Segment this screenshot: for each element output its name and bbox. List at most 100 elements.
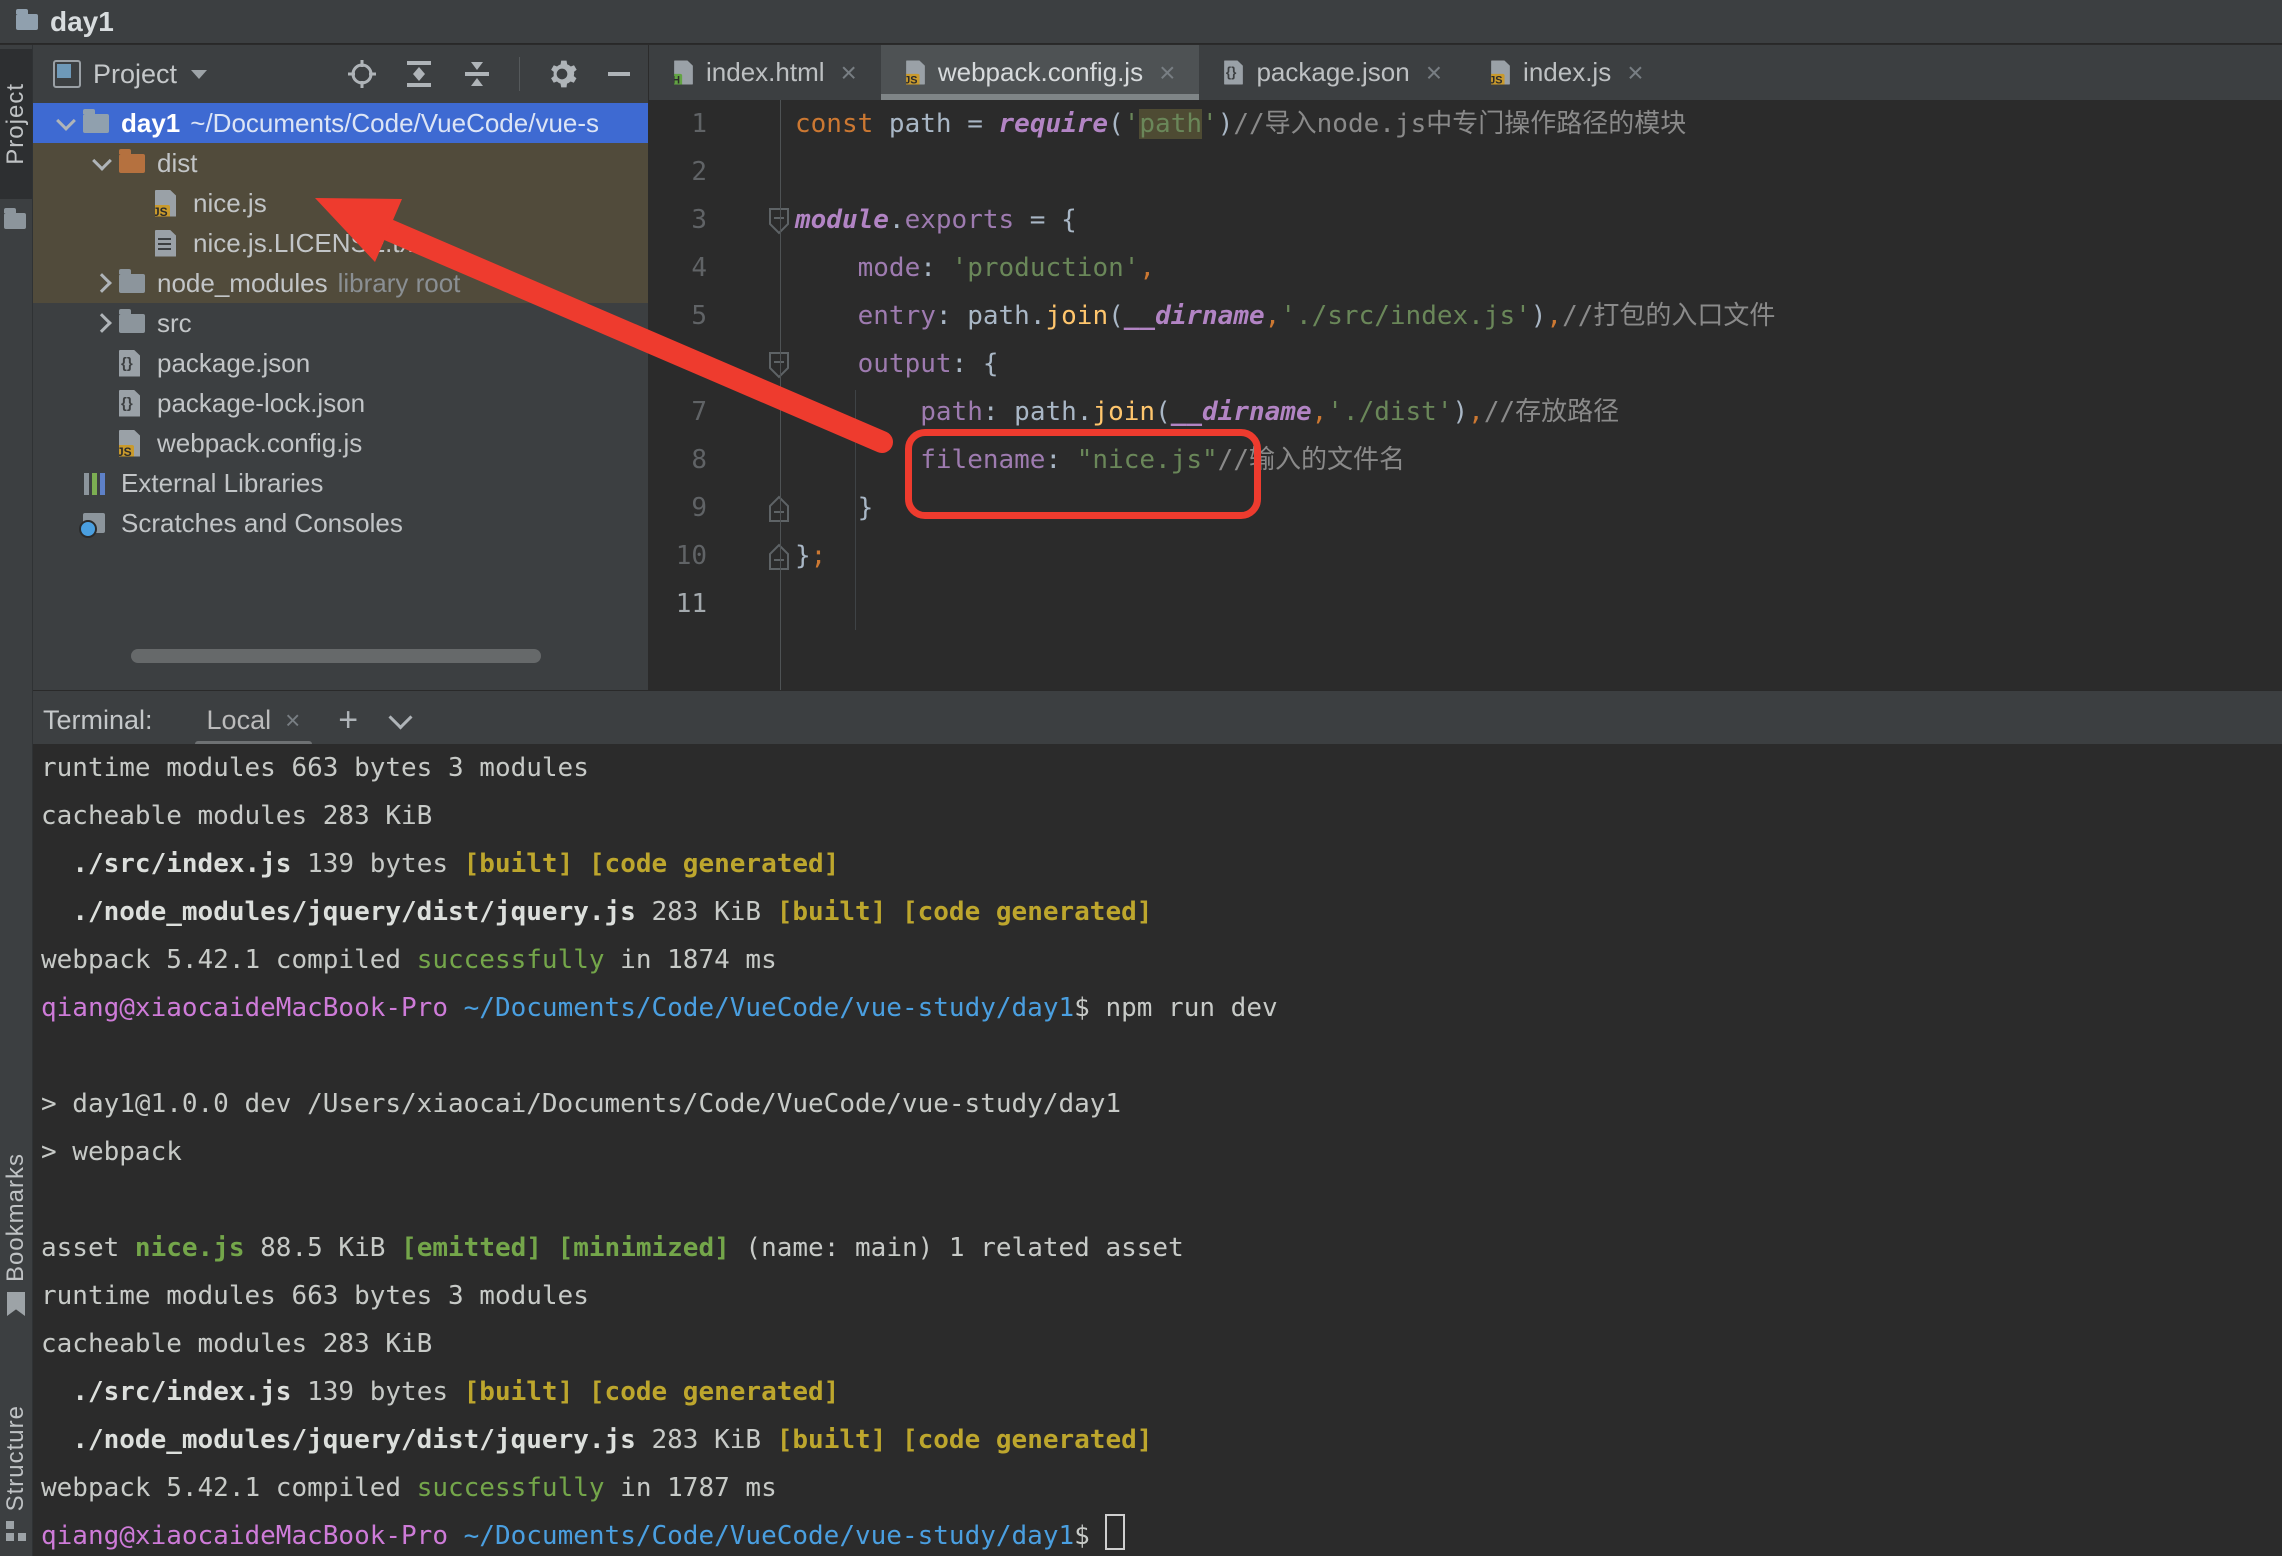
fold-end-icon[interactable]: [707, 484, 795, 532]
structure-icon: [6, 1521, 26, 1541]
expander-right-icon[interactable]: [85, 276, 119, 290]
scratches-icon: [83, 513, 105, 533]
tree-item-label: package-lock.json: [157, 388, 365, 419]
tree-item-external-libraries[interactable]: External Libraries: [33, 463, 648, 503]
project-panel-title[interactable]: Project: [93, 59, 177, 90]
tree-item-label: dist: [157, 148, 197, 179]
settings-gear-icon[interactable]: [546, 58, 578, 90]
project-tool-window-icon: [53, 60, 81, 88]
code-line-6[interactable]: 6 output: {: [649, 340, 2282, 388]
collapse-all-icon[interactable]: [461, 58, 493, 90]
code-line-3[interactable]: 3module.exports = {: [649, 196, 2282, 244]
terminal-line: webpack 5.42.1 compiled successfully in …: [41, 936, 2282, 984]
fold-column: [707, 100, 795, 148]
terminal-tab-local[interactable]: Local ×: [195, 691, 313, 749]
tree-item-src[interactable]: src: [33, 303, 648, 343]
chevron-down-icon[interactable]: [389, 705, 413, 729]
project-panel: Project: [33, 45, 648, 690]
terminal-line: webpack 5.42.1 compiled successfully in …: [41, 1464, 2282, 1512]
tree-item-scratches-and-consoles[interactable]: Scratches and Consoles: [33, 503, 648, 543]
bookmark-icon: [7, 1292, 25, 1316]
fold-end-icon[interactable]: [707, 532, 795, 580]
tree-item-label: node_modules: [157, 268, 328, 299]
close-icon[interactable]: ×: [1159, 57, 1175, 89]
js-icon: JS: [1491, 60, 1510, 84]
plus-icon[interactable]: +: [338, 701, 358, 740]
tab-index-html[interactable]: Hindex.html×: [649, 45, 881, 100]
tree-item-label: nice.js: [193, 188, 267, 219]
close-icon[interactable]: ×: [1627, 57, 1643, 89]
code-line-5[interactable]: 5 entry: path.join(__dirname,'./src/inde…: [649, 292, 2282, 340]
tree-item-package-json[interactable]: {}package.json: [33, 343, 648, 383]
line-number: 10: [649, 541, 707, 571]
code-line-10[interactable]: 10};: [649, 532, 2282, 580]
line-number: 3: [649, 205, 707, 235]
json-icon: {}: [119, 390, 140, 417]
toolbar-divider: [519, 57, 520, 91]
project-stripe-label: Project: [2, 83, 30, 165]
tree-item-package-lock-json[interactable]: {} package-lock.json: [33, 383, 648, 423]
fold-start-icon[interactable]: [707, 196, 795, 244]
folder-icon: [119, 274, 145, 293]
tool-stripe-structure[interactable]: Structure: [0, 1405, 32, 1556]
line-number: 1: [649, 109, 707, 139]
terminal-line: runtime modules 663 bytes 3 modules: [41, 744, 2282, 792]
tool-stripe-bookmarks[interactable]: Bookmarks: [0, 1153, 32, 1383]
hide-icon[interactable]: [604, 59, 634, 89]
tree-item-label: Scratches and Consoles: [121, 508, 403, 539]
terminal-line: [41, 1176, 2282, 1224]
expander-right-icon[interactable]: [85, 316, 119, 330]
tab-webpack-config-js[interactable]: JS webpack.config.js ×: [881, 45, 1200, 100]
code-line-11[interactable]: 11: [649, 580, 2282, 628]
fold-column: [707, 292, 795, 340]
code-text: mode: 'production',: [795, 244, 1155, 292]
terminal-header: Terminal: Local × +: [33, 690, 2282, 749]
locate-icon[interactable]: [347, 59, 377, 89]
tree-item-day1[interactable]: day1~/Documents/Code/VueCode/vue-s: [33, 103, 648, 143]
terminal-tab-label: Local: [207, 705, 272, 736]
code-line-1[interactable]: 1const path = require('path')//导入node.js…: [649, 100, 2282, 148]
tool-stripe-project[interactable]: Project: [0, 49, 32, 199]
folder-orange-icon: [119, 154, 145, 173]
code-line-8[interactable]: 8 filename: "nice.js"//输入的文件名: [649, 436, 2282, 484]
tab-package-json[interactable]: {}package.json×: [1199, 45, 1466, 100]
terminal-line: cacheable modules 283 KiB: [41, 1320, 2282, 1368]
horizontal-scrollbar[interactable]: [131, 649, 541, 663]
ext-lib-icon: [83, 471, 107, 495]
tree-item-webpack-config-js[interactable]: JSwebpack.config.js: [33, 423, 648, 463]
tab-label: webpack.config.js: [938, 57, 1143, 88]
indent-guide: [855, 390, 856, 630]
fold-start-icon[interactable]: [707, 340, 795, 388]
fold-column: [707, 244, 795, 292]
tree-item-node-modules[interactable]: node_moduleslibrary root: [33, 263, 648, 303]
terminal-line: > webpack: [41, 1128, 2282, 1176]
js-min-icon: 1010JS: [155, 190, 176, 217]
expander-down-icon[interactable]: [85, 158, 119, 168]
expander-down-icon[interactable]: [49, 118, 83, 128]
chevron-down-icon[interactable]: [191, 70, 207, 79]
close-icon[interactable]: ×: [1426, 57, 1442, 89]
tab-index-js[interactable]: JSindex.js×: [1466, 45, 1668, 100]
js-icon: JS: [906, 60, 925, 84]
code-line-9[interactable]: 9 }: [649, 484, 2282, 532]
line-number: 9: [649, 493, 707, 523]
expand-all-icon[interactable]: [403, 58, 435, 90]
code-editor[interactable]: 1const path = require('path')//导入node.js…: [649, 100, 2282, 690]
fold-column: [707, 580, 795, 628]
terminal-line: runtime modules 663 bytes 3 modules: [41, 1272, 2282, 1320]
tree-item-nice-js-license-txt[interactable]: nice.js.LICENSE.txt: [33, 223, 648, 263]
window-title: day1: [50, 6, 114, 38]
close-icon[interactable]: ×: [841, 57, 857, 89]
fold-column: [707, 436, 795, 484]
terminal-output[interactable]: runtime modules 663 bytes 3 modulescache…: [33, 744, 2282, 1556]
close-icon[interactable]: ×: [285, 705, 300, 736]
code-line-4[interactable]: 4 mode: 'production',: [649, 244, 2282, 292]
terminal-line: ./node_modules/jquery/dist/jquery.js 283…: [41, 888, 2282, 936]
tree-item-nice-js[interactable]: 1010JS nice.js: [33, 183, 648, 223]
project-tree: day1~/Documents/Code/VueCode/vue-s dist 10…: [33, 103, 648, 643]
code-line-7[interactable]: 7 path: path.join(__dirname,'./dist'),//…: [649, 388, 2282, 436]
code-line-2[interactable]: 2: [649, 148, 2282, 196]
tree-item-dist[interactable]: dist: [33, 143, 648, 183]
terminal-line: cacheable modules 283 KiB: [41, 792, 2282, 840]
stripe-folder-icon[interactable]: [4, 213, 26, 229]
